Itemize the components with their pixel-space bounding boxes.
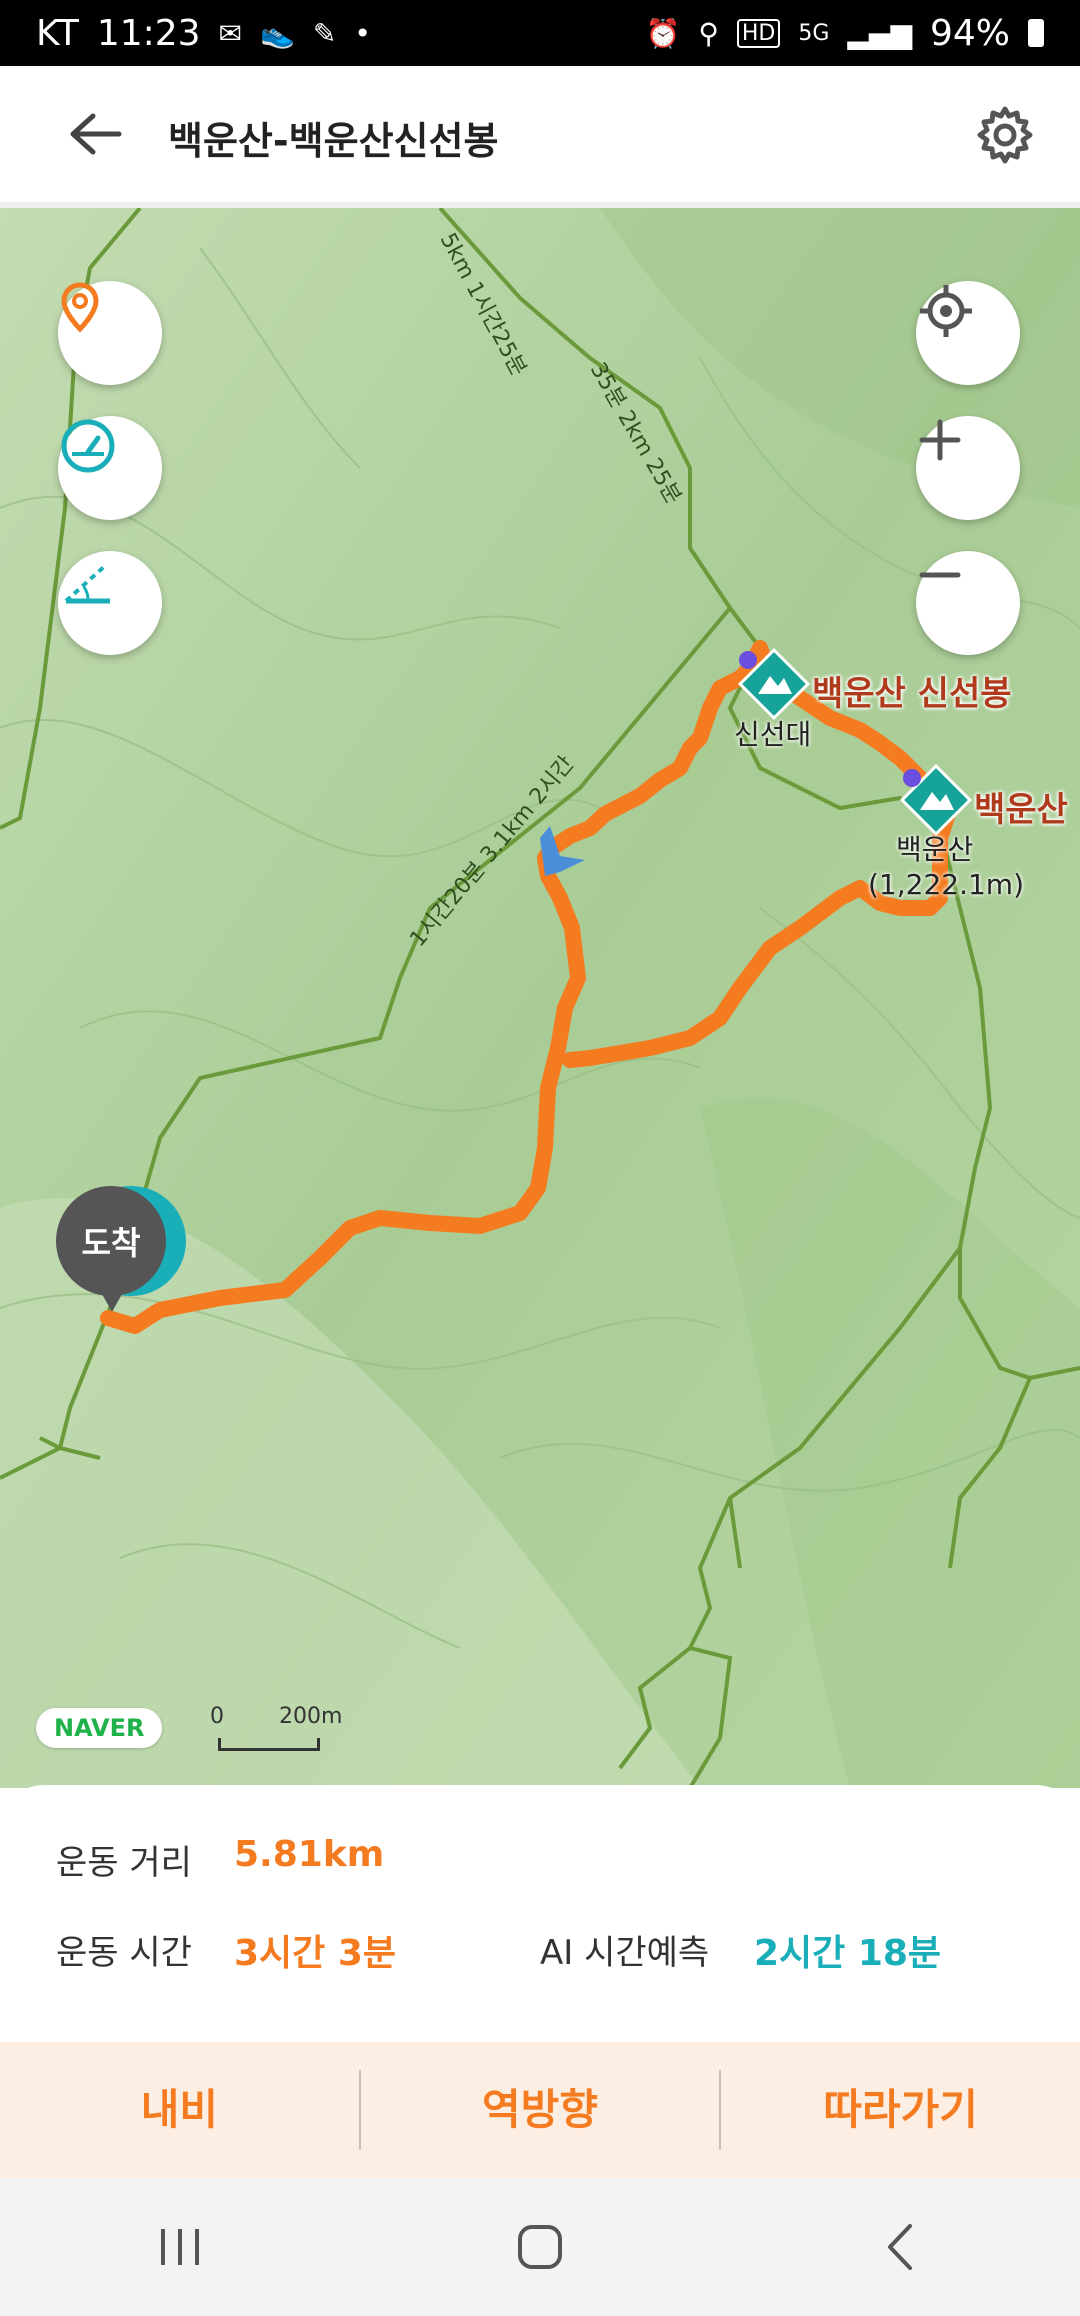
- map-view[interactable]: 5km 1시간25분 35분 2km 25분 1시간20분 3.1km 2시간: [0, 208, 1080, 1788]
- location-pin-button[interactable]: [58, 281, 162, 385]
- zoom-out-button[interactable]: [916, 551, 1020, 655]
- distance-label: 운동 거리: [56, 1843, 192, 1883]
- alarm-icon: ⏰: [645, 16, 681, 50]
- signal-icon: ▂▄▆: [847, 16, 912, 50]
- navigation-button[interactable]: 내비: [0, 2042, 359, 2178]
- home-icon: [518, 2225, 562, 2269]
- speedometer-icon: [61, 419, 115, 473]
- hd-icon: HD: [736, 18, 781, 48]
- slope-button[interactable]: [58, 551, 162, 655]
- ai-time-value: 2시간 18분: [754, 1933, 942, 1974]
- recent-apps-icon: [161, 2229, 199, 2265]
- time-value: 3시간 3분: [234, 1933, 396, 1974]
- system-back-button[interactable]: [840, 2197, 960, 2297]
- naver-logo: NAVER: [36, 1708, 163, 1748]
- carrier-text: KT: [36, 12, 79, 54]
- peak-label-baekunsan: 백운산: [974, 790, 1068, 830]
- dot-icon: •: [354, 16, 371, 50]
- sub-label-elevation: (1,222.1m): [868, 868, 1024, 901]
- home-button[interactable]: [480, 2197, 600, 2297]
- my-location-button[interactable]: [916, 281, 1020, 385]
- scale-zero: 0: [210, 1704, 224, 1729]
- action-bar: 내비 역방향 따라가기: [0, 2042, 1080, 2178]
- clock-text: 11:23: [96, 12, 201, 54]
- page-title: 백운산-백운산신선봉: [168, 119, 499, 163]
- battery-icon: [1028, 19, 1044, 47]
- back-button[interactable]: [60, 106, 130, 162]
- route-info-panel: 운동 거리 5.81km 운동 시간 3시간 3분 AI 시간예측 2시간 18…: [0, 1785, 1080, 2043]
- scale-bar: [218, 1738, 320, 1751]
- sub-label-shinsundae: 신선대: [734, 718, 812, 751]
- notification-icon: ✉: [218, 16, 243, 50]
- battery-text: 94%: [929, 12, 1010, 54]
- zoom-in-button[interactable]: [916, 416, 1020, 520]
- system-nav-bar: [0, 2178, 1080, 2316]
- status-bar: KT 11:23 ✉ 👟 ✎ • ⏰ ⚲ HD 5G ▂▄▆ 94%: [0, 0, 1080, 66]
- slope-icon: [64, 563, 110, 604]
- chevron-left-icon: [888, 2224, 912, 2270]
- speedometer-button[interactable]: [58, 416, 162, 520]
- minus-icon: [919, 572, 961, 578]
- gear-icon: [977, 106, 1033, 164]
- arrival-marker[interactable]: 도착: [56, 1186, 186, 1326]
- plus-icon: [919, 419, 961, 461]
- reverse-direction-button[interactable]: 역방향: [361, 2042, 720, 2178]
- shoe-icon: 👟: [260, 16, 295, 50]
- follow-button[interactable]: 따라가기: [721, 2042, 1080, 2178]
- scale-text: 0 200m: [210, 1704, 342, 1729]
- time-label: 운동 시간: [56, 1933, 192, 1973]
- crosshair-icon: [920, 285, 972, 337]
- peak-label-shinsunbong: 백운산 신선봉: [812, 674, 1012, 714]
- ai-time-label: AI 시간예측: [540, 1933, 710, 1973]
- distance-value: 5.81km: [234, 1834, 385, 1875]
- location-icon: ⚲: [698, 16, 719, 50]
- scale-label: 200m: [279, 1704, 343, 1729]
- network-icon: 5G: [798, 20, 830, 46]
- arrival-label: 도착: [81, 1224, 141, 1262]
- settings-button[interactable]: [970, 100, 1040, 170]
- pen-icon: ✎: [312, 16, 337, 50]
- recent-apps-button[interactable]: [120, 2197, 240, 2297]
- back-arrow-icon: [70, 113, 122, 155]
- sub-label-baekunsan: 백운산: [896, 833, 974, 866]
- app-header: 백운산-백운산신선봉: [0, 66, 1080, 202]
- location-pin-icon: [61, 282, 99, 333]
